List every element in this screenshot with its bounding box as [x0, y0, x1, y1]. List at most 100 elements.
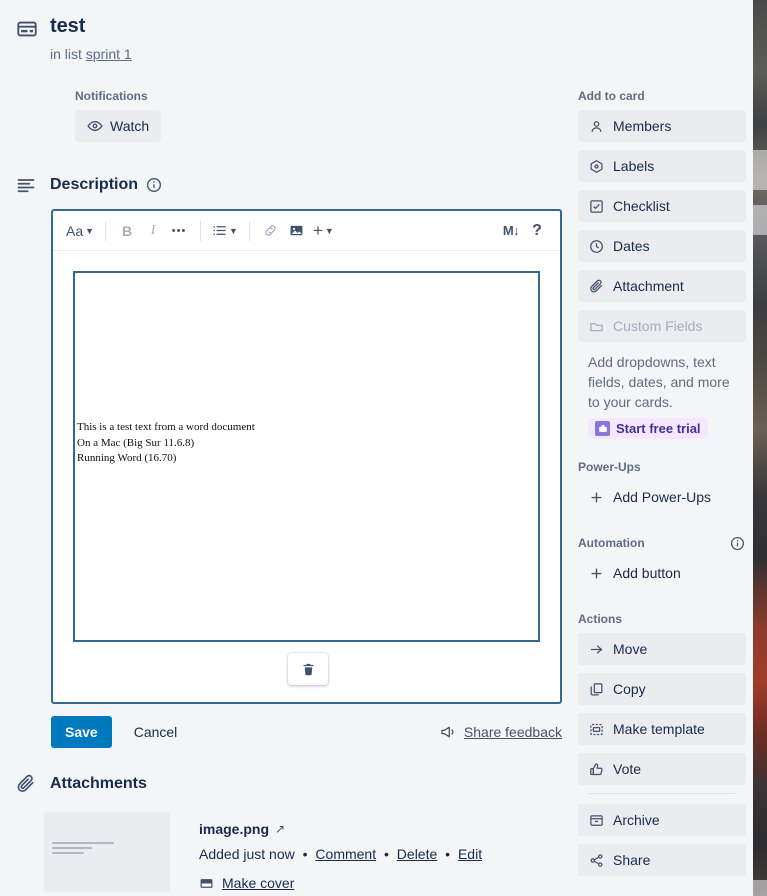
add-to-card-label: Add to card	[578, 89, 645, 103]
custom-fields-help-text: Add dropdowns, text fields, dates, and m…	[588, 354, 730, 410]
card-main-column: test in list sprint 1 Notifications Watc…	[0, 0, 570, 896]
watch-button[interactable]: Watch	[75, 110, 162, 142]
notifications-block: Notifications Watch	[75, 88, 570, 142]
description-section: Description Aa ▼ B I ••• ▼ + ▼ M↓ ? This…	[0, 175, 570, 748]
delete-image-button[interactable]	[288, 653, 328, 685]
card-sidebar: Add to card Members Labels Checklist Dat…	[570, 0, 753, 884]
attachment-thumbnail[interactable]	[44, 812, 170, 892]
automation-label: Automation	[578, 536, 645, 550]
sidebar-item-make-template[interactable]: Make template	[578, 713, 746, 745]
archive-icon	[588, 813, 604, 828]
start-free-trial-badge[interactable]: Start free trial	[588, 418, 708, 439]
premium-icon	[595, 421, 610, 436]
eye-icon	[87, 118, 103, 134]
power-ups-group: Power-Ups Add Power-Ups	[570, 459, 753, 513]
attachment-edit-link[interactable]: Edit	[458, 846, 482, 862]
add-power-ups-button[interactable]: Add Power-Ups	[578, 481, 746, 513]
link-button[interactable]	[258, 217, 284, 245]
image-button[interactable]	[284, 217, 310, 245]
card-list-breadcrumb: in list sprint 1	[50, 44, 570, 64]
bold-button[interactable]: B	[114, 217, 140, 245]
person-icon	[588, 119, 604, 134]
make-cover-link[interactable]: Make cover	[199, 875, 294, 891]
sidebar-item-label: Move	[613, 641, 648, 657]
plus-icon	[588, 566, 604, 581]
text-style-label: Aa	[66, 222, 84, 239]
automation-label-row: Automation	[578, 535, 745, 557]
sidebar-item-dates[interactable]: Dates	[578, 230, 746, 262]
sidebar-item-attachment[interactable]: Attachment	[578, 270, 746, 302]
text-style-button[interactable]: Aa ▼	[63, 217, 97, 245]
in-list-label: in list	[50, 46, 82, 62]
separator-dot: •	[302, 846, 308, 862]
thumbnail-preview-lines	[52, 842, 114, 857]
add-automation-button[interactable]: Add button	[578, 557, 746, 589]
sidebar-item-labels[interactable]: Labels	[578, 150, 746, 182]
sidebar-item-label: Attachment	[613, 278, 684, 294]
attachments-section: Attachments image.png ↗ Added just now •	[0, 774, 570, 896]
toolbar-divider	[200, 220, 202, 241]
thumbs-up-icon	[588, 762, 604, 777]
attachment-comment-link[interactable]: Comment	[315, 846, 376, 862]
toolbar-divider	[248, 220, 250, 241]
arrow-right-icon	[588, 642, 604, 657]
actions-group: Actions Move Copy Make template Vote Arc…	[570, 611, 753, 876]
plus-icon	[588, 490, 604, 505]
sidebar-item-label: Dates	[613, 238, 650, 254]
attachment-filename: image.png	[199, 821, 270, 837]
sidebar-item-copy[interactable]: Copy	[578, 673, 746, 705]
attachments-title: Attachments	[50, 775, 147, 792]
separator-dot: •	[445, 846, 451, 862]
separator-dot: •	[384, 846, 389, 862]
clock-icon	[588, 239, 604, 254]
sidebar-item-move[interactable]: Move	[578, 633, 746, 665]
megaphone-icon	[440, 724, 456, 740]
sidebar-item-share[interactable]: Share	[578, 844, 746, 876]
share-feedback-label: Share feedback	[463, 724, 562, 740]
card-detail-dialog: test in list sprint 1 Notifications Watc…	[0, 0, 753, 896]
attachment-delete-link[interactable]: Delete	[397, 846, 437, 862]
share-feedback-link[interactable]: Share feedback	[440, 724, 562, 740]
sidebar-item-label: Archive	[613, 812, 660, 828]
list-button[interactable]: ▼	[209, 217, 241, 245]
editor-footer	[53, 646, 560, 702]
editor-content-area[interactable]: This is a test text from a word document…	[53, 251, 560, 646]
sidebar-item-label: Members	[613, 118, 672, 134]
custom-fields-icon	[588, 319, 604, 334]
chevron-down-icon: ▼	[85, 225, 95, 236]
save-button[interactable]: Save	[51, 716, 112, 748]
list-name-link[interactable]: sprint 1	[86, 46, 132, 62]
link-icon	[263, 223, 278, 238]
attachment-item: image.png ↗ Added just now • Comment • D…	[44, 812, 570, 896]
sidebar-item-members[interactable]: Members	[578, 110, 746, 142]
checkbox-icon	[588, 199, 604, 214]
embedded-image-text: This is a test text from a word document…	[77, 421, 255, 464]
description-editor[interactable]: Aa ▼ B I ••• ▼ + ▼ M↓ ? This is a test t…	[51, 209, 562, 704]
add-content-button[interactable]: + ▼	[310, 217, 337, 245]
card-header: test in list sprint 1 Notifications Watc…	[0, 0, 570, 142]
sidebar-item-custom-fields[interactable]: Custom Fields	[578, 310, 746, 342]
sidebar-item-checklist[interactable]: Checklist	[578, 190, 746, 222]
template-icon	[588, 722, 604, 737]
italic-button[interactable]: I	[140, 217, 166, 245]
sidebar-item-label: Make template	[613, 721, 705, 737]
toolbar-divider	[105, 220, 107, 241]
trial-badge-label: Start free trial	[616, 421, 701, 436]
sidebar-item-vote[interactable]: Vote	[578, 753, 746, 785]
info-icon[interactable]	[730, 536, 745, 551]
card-title[interactable]: test	[50, 14, 570, 38]
cover-icon	[199, 876, 214, 891]
attachment-name[interactable]: image.png ↗	[199, 821, 285, 837]
more-formatting-button[interactable]: •••	[166, 217, 192, 245]
markdown-toggle-button[interactable]: M↓	[498, 217, 524, 245]
help-button[interactable]: ?	[524, 217, 550, 245]
make-cover-label: Make cover	[222, 875, 295, 891]
sidebar-item-archive[interactable]: Archive	[578, 804, 746, 836]
sidebar-item-label: Vote	[613, 761, 642, 777]
add-power-ups-label: Add Power-Ups	[613, 489, 712, 505]
image-icon	[289, 223, 304, 238]
info-icon[interactable]	[146, 177, 162, 193]
cancel-button[interactable]: Cancel	[122, 716, 190, 748]
sidebar-item-label: Labels	[613, 158, 655, 174]
embedded-image-selected[interactable]: This is a test text from a word document…	[73, 271, 540, 642]
